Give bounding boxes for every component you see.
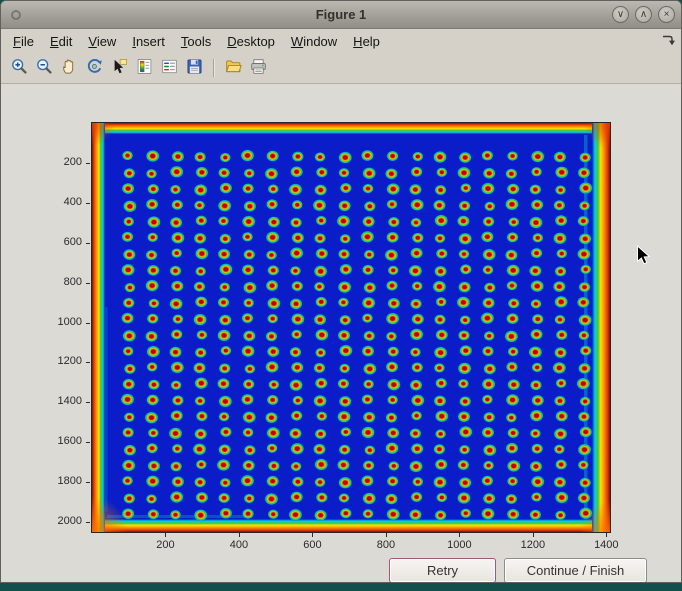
- window-menu-icon[interactable]: [11, 10, 21, 20]
- zoom-out-icon: [36, 58, 53, 78]
- zoom-in-button[interactable]: [7, 56, 31, 80]
- print-button[interactable]: [246, 56, 270, 80]
- pan-icon: [61, 58, 78, 78]
- save-button[interactable]: [182, 56, 206, 80]
- close-button[interactable]: ×: [658, 6, 675, 23]
- minimize-button[interactable]: ∨: [612, 6, 629, 23]
- colorbar-button[interactable]: [132, 56, 156, 80]
- close-icon: ×: [664, 9, 670, 20]
- open-folder-icon: [225, 58, 242, 78]
- maximize-icon: ∧: [640, 9, 647, 20]
- data-cursor-button[interactable]: [107, 56, 131, 80]
- print-icon: [250, 58, 267, 78]
- menu-item-file[interactable]: File: [5, 31, 42, 51]
- window-title: Figure 1: [1, 7, 681, 22]
- heatmap-image[interactable]: [92, 123, 610, 532]
- open-folder-button[interactable]: [221, 56, 245, 80]
- desktop: Figure 1 ∨ ∧ × FileEditViewInsertToolsDe…: [0, 0, 682, 591]
- minimize-icon: ∨: [617, 9, 624, 20]
- continue-finish-button[interactable]: Continue / Finish: [504, 558, 647, 583]
- save-icon: [186, 58, 203, 78]
- menu-overflow-arrow-icon[interactable]: [661, 34, 676, 52]
- pan-button[interactable]: [57, 56, 81, 80]
- zoom-in-icon: [11, 58, 28, 78]
- zoom-out-button[interactable]: [32, 56, 56, 80]
- menu-item-desktop[interactable]: Desktop: [219, 31, 283, 51]
- menu-bar: FileEditViewInsertToolsDesktopWindowHelp: [1, 29, 681, 52]
- rotate-3d-icon: [86, 58, 103, 78]
- menu-item-insert[interactable]: Insert: [124, 31, 173, 51]
- colorbar-icon: [136, 58, 153, 78]
- maximize-button[interactable]: ∧: [635, 6, 652, 23]
- axes-plot-area[interactable]: [91, 122, 611, 533]
- retry-button[interactable]: Retry: [389, 558, 496, 583]
- legend-icon: [161, 58, 178, 78]
- legend-button[interactable]: [157, 56, 181, 80]
- menu-item-help[interactable]: Help: [345, 31, 388, 51]
- rotate-3d-button[interactable]: [82, 56, 106, 80]
- toolbar-separator: [213, 59, 215, 77]
- menu-item-tools[interactable]: Tools: [173, 31, 219, 51]
- window-controls: ∨ ∧ ×: [612, 6, 675, 23]
- title-bar[interactable]: Figure 1 ∨ ∧ ×: [1, 1, 681, 29]
- menu-item-window[interactable]: Window: [283, 31, 345, 51]
- figure-window: Figure 1 ∨ ∧ × FileEditViewInsertToolsDe…: [0, 0, 682, 583]
- desktop-strip: [0, 583, 682, 591]
- menu-item-view[interactable]: View: [80, 31, 124, 51]
- data-cursor-icon: [111, 58, 128, 78]
- figure-toolbar: [1, 52, 681, 84]
- menu-item-edit[interactable]: Edit: [42, 31, 80, 51]
